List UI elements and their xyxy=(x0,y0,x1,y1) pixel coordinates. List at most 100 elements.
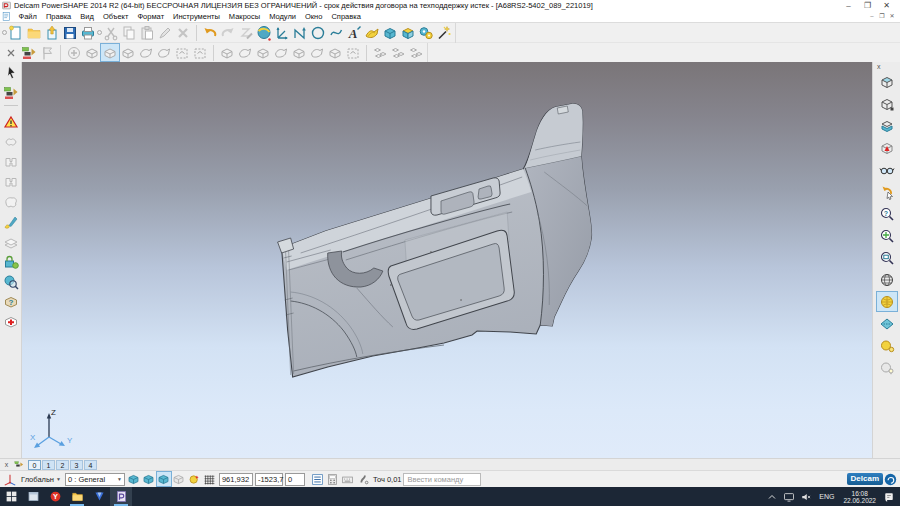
mdi-minimize-button[interactable]: – xyxy=(867,12,877,21)
cone-view-icon[interactable] xyxy=(877,138,897,157)
undo-icon[interactable] xyxy=(201,24,219,41)
taskbar-explorer[interactable] xyxy=(66,487,88,506)
menu-макросы[interactable]: Макросы xyxy=(224,12,264,21)
undo-view-icon[interactable] xyxy=(877,182,897,201)
level-combo[interactable]: 0 : General ▼ xyxy=(65,473,125,486)
mdi-close-button[interactable]: ✕ xyxy=(887,12,897,21)
warning-icon[interactable] xyxy=(1,112,21,131)
notification-icon[interactable] xyxy=(882,489,896,505)
start-button[interactable] xyxy=(0,487,22,506)
boolean-4-icon[interactable] xyxy=(272,44,290,61)
taskbar-app-1[interactable] xyxy=(22,487,44,506)
stack-icon[interactable] xyxy=(1,232,21,251)
level-tab-2[interactable]: 2 xyxy=(56,460,69,470)
menu-файл[interactable]: Файл xyxy=(14,12,41,21)
menu-инструменты[interactable]: Инструменты xyxy=(169,12,225,21)
axes-icon[interactable] xyxy=(273,24,291,41)
zoom-help-icon[interactable]: ? xyxy=(877,204,897,223)
save-icon[interactable] xyxy=(61,24,79,41)
viewport-3d[interactable]: Z X Y xyxy=(22,62,872,458)
line-tool-icon[interactable] xyxy=(291,24,309,41)
close-toolbar-icon[interactable] xyxy=(2,44,20,61)
view-cube-4-icon[interactable] xyxy=(172,472,186,486)
new-model-icon[interactable] xyxy=(7,24,25,41)
assembly-tool-icon[interactable] xyxy=(417,24,435,41)
iso-view-icon[interactable] xyxy=(877,72,897,91)
list-icon[interactable] xyxy=(311,472,325,486)
cluster-2-icon[interactable] xyxy=(389,44,407,61)
wire-view-icon[interactable] xyxy=(877,94,897,113)
coord-y-field[interactable]: -1523,7 xyxy=(255,473,283,486)
inspect-icon[interactable] xyxy=(1,272,21,291)
boolean-2-icon[interactable] xyxy=(236,44,254,61)
select-cursor-icon[interactable] xyxy=(1,63,21,82)
minimize-button[interactable]: – xyxy=(839,1,858,11)
menu-формат[interactable]: Формат xyxy=(133,12,169,21)
solid-feature-3-icon[interactable] xyxy=(119,44,137,61)
feature-tool-icon[interactable] xyxy=(399,24,417,41)
cluster-1-icon[interactable] xyxy=(371,44,389,61)
paint-icon[interactable] xyxy=(1,212,21,231)
surface-tool-icon[interactable] xyxy=(363,24,381,41)
level-tab-4[interactable]: 4 xyxy=(84,460,97,470)
light-view-icon[interactable] xyxy=(877,358,897,377)
blank-3-icon[interactable] xyxy=(1,172,21,191)
dashed-box-1-icon[interactable] xyxy=(173,44,191,61)
text-tool-icon[interactable]: A xyxy=(345,24,363,41)
language-indicator[interactable]: ENG xyxy=(816,493,837,500)
menu-вид[interactable]: Вид xyxy=(76,12,99,21)
blank-1-icon[interactable] xyxy=(1,132,21,151)
boolean-5-icon[interactable] xyxy=(290,44,308,61)
dynamic-section-icon[interactable] xyxy=(877,336,897,355)
workplane-axis-icon[interactable] xyxy=(3,472,17,486)
calculator-icon[interactable] xyxy=(326,472,340,486)
workplane-combo[interactable]: Глобальн ▼ xyxy=(19,475,63,484)
grid-icon[interactable] xyxy=(203,472,217,486)
fold-feature-2-icon[interactable] xyxy=(155,44,173,61)
coord-z-field[interactable]: 0 xyxy=(285,473,305,486)
levels-edit-icon[interactable] xyxy=(1,83,21,102)
flag-icon[interactable] xyxy=(38,44,56,61)
query-icon[interactable]: ? xyxy=(1,292,21,311)
wireframe-globe-icon[interactable] xyxy=(877,270,897,289)
import-icon[interactable] xyxy=(43,24,61,41)
boolean-3-icon[interactable] xyxy=(254,44,272,61)
sphere-plus-icon[interactable] xyxy=(188,472,202,486)
cut-icon[interactable] xyxy=(102,24,120,41)
mdi-restore-button[interactable]: ❐ xyxy=(877,12,887,21)
coord-x-field[interactable]: 961,932 xyxy=(219,473,253,486)
open-model-icon[interactable] xyxy=(25,24,43,41)
boolean-8-icon[interactable] xyxy=(344,44,362,61)
menu-справка[interactable]: Справка xyxy=(327,12,365,21)
cad-model-door-panel[interactable] xyxy=(22,62,872,458)
levels-icon[interactable] xyxy=(12,459,26,470)
half-shade-view-icon[interactable] xyxy=(877,116,897,135)
view-cube-3-icon[interactable] xyxy=(157,472,171,486)
menu-правка[interactable]: Правка xyxy=(41,12,75,21)
maximize-button[interactable]: ❐ xyxy=(858,1,877,11)
levels-icon[interactable] xyxy=(20,44,38,61)
curve-tool-icon[interactable] xyxy=(327,24,345,41)
zoom-fit-icon[interactable] xyxy=(877,226,897,245)
level-tab-3[interactable]: 3 xyxy=(70,460,83,470)
clock[interactable]: 16:08 22.06.2022 xyxy=(840,490,879,504)
menu-модули[interactable]: Модули xyxy=(265,12,301,21)
sketch-edit-icon[interactable] xyxy=(237,24,255,41)
dashed-box-2-icon[interactable] xyxy=(191,44,209,61)
menu-окно[interactable]: Окно xyxy=(301,12,327,21)
menu-объект[interactable]: Объект xyxy=(98,12,133,21)
cluster-3-icon[interactable] xyxy=(407,44,425,61)
glasses-view-icon[interactable] xyxy=(877,160,897,179)
wizard-tool-icon[interactable] xyxy=(435,24,453,41)
repair-icon[interactable] xyxy=(1,312,21,331)
volume-muted-icon[interactable] xyxy=(799,489,813,505)
lock-icon[interactable] xyxy=(1,252,21,271)
view-cube-2-icon[interactable] xyxy=(142,472,156,486)
close-button[interactable]: ✕ xyxy=(877,1,896,11)
print-icon[interactable] xyxy=(79,24,97,41)
edit-icon[interactable] xyxy=(156,24,174,41)
solid-feature-1-icon[interactable] xyxy=(83,44,101,61)
solid-feature-2-icon[interactable] xyxy=(101,44,119,61)
boolean-1-icon[interactable] xyxy=(218,44,236,61)
add-feature-icon[interactable] xyxy=(65,44,83,61)
